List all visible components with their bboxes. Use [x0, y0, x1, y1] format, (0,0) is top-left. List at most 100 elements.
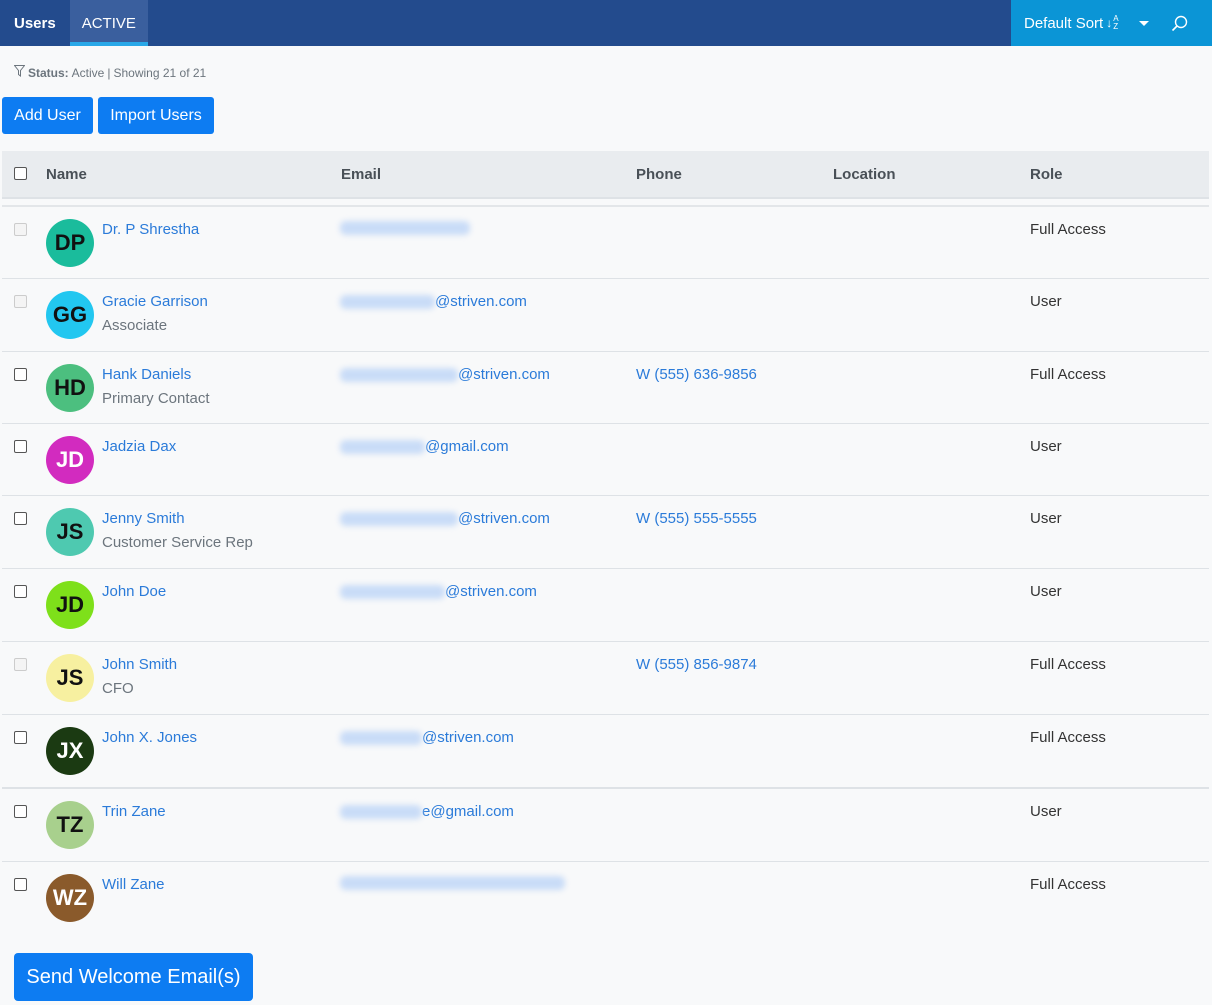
redacted-email-part [340, 367, 458, 382]
user-phone-link[interactable]: W (555) 555-5555 [636, 510, 757, 527]
user-role: User [1030, 510, 1062, 527]
user-email-link[interactable]: @striven.com [340, 729, 514, 746]
table-row: DP Dr. P Shrestha Full Access [2, 207, 1209, 279]
table-row: HD Hank Daniels Primary Contact @striven.co… [2, 352, 1209, 424]
sort-controls: Default Sort ↓ A Z [1011, 0, 1212, 46]
user-email-link[interactable]: e@gmail.com [340, 803, 514, 820]
avatar-initials: HD [54, 375, 86, 400]
avatar: GG [46, 291, 94, 339]
redacted-email-part [340, 804, 422, 819]
user-email-link[interactable]: @striven.com [340, 583, 537, 600]
table-row: GG Gracie Garrison Associate @striven.com Us… [2, 279, 1209, 352]
row-checkbox[interactable] [14, 295, 27, 308]
table-row: JS Jenny Smith Customer Service Rep @strive… [2, 496, 1209, 569]
avatar: JD [46, 436, 94, 484]
row-checkbox[interactable] [14, 368, 27, 381]
user-email-link[interactable] [340, 221, 470, 235]
filter-value: Active [71, 65, 105, 80]
column-header-phone[interactable]: Phone [636, 166, 682, 183]
row-checkbox[interactable] [14, 585, 27, 598]
column-header-name[interactable]: Name [46, 166, 87, 183]
user-email-link[interactable]: @striven.com [340, 366, 550, 383]
avatar-initials: WZ [52, 885, 88, 910]
column-header-email[interactable]: Email [341, 166, 381, 183]
email-domain: @striven.com [458, 366, 550, 383]
user-name-link[interactable]: Will Zane [102, 876, 165, 893]
user-name-link[interactable]: John X. Jones [102, 729, 197, 746]
row-checkbox[interactable] [14, 731, 27, 744]
user-name-link[interactable]: John Doe [102, 583, 166, 600]
email-domain: @striven.com [458, 510, 550, 527]
showing-count: Showing 21 of 21 [113, 65, 207, 80]
user-name-link[interactable]: Jenny Smith [102, 510, 185, 527]
table-row: JS John Smith CFO W (555) 856-9874 Full Acce… [2, 642, 1209, 715]
avatar: HD [46, 364, 94, 412]
avatar-initials: JS [56, 665, 84, 690]
avatar-initials: GG [52, 302, 88, 327]
column-header-role[interactable]: Role [1030, 166, 1063, 183]
email-domain: e@gmail.com [422, 803, 514, 820]
user-title: CFO [102, 680, 134, 697]
sort-label: Default Sort [1024, 14, 1104, 32]
avatar: WZ [46, 874, 94, 922]
avatar-initials: JS [56, 519, 84, 544]
table-row: JD Jadzia Dax @gmail.com User [2, 424, 1209, 496]
user-email-link[interactable]: @striven.com [340, 293, 527, 310]
add-user-button[interactable]: Add User [2, 97, 93, 134]
user-email-link[interactable]: @gmail.com [340, 438, 509, 455]
row-checkbox[interactable] [14, 440, 27, 453]
filter-summary: Status: Active | Showing 21 of 21 [13, 65, 207, 80]
user-name-link[interactable]: Trin Zane [102, 803, 166, 820]
top-bar: Users ACTIVE Default Sort ↓ A Z [0, 0, 1212, 46]
sort-dropdown[interactable]: Default Sort ↓ A Z [1024, 15, 1119, 32]
page-title: Users [14, 14, 56, 32]
send-welcome-email-button[interactable]: Send Welcome Email(s) [14, 953, 253, 1001]
row-checkbox[interactable] [14, 658, 27, 671]
filter-label: Status: [28, 65, 69, 80]
email-domain: @striven.com [435, 293, 527, 310]
email-domain: @striven.com [422, 729, 514, 746]
import-users-button[interactable]: Import Users [98, 97, 214, 134]
avatar-initials: DP [54, 230, 86, 255]
avatar: JS [46, 508, 94, 556]
row-checkbox[interactable] [14, 878, 27, 891]
redacted-email-part [340, 294, 435, 309]
user-role: User [1030, 293, 1062, 310]
user-phone-link[interactable]: W (555) 636-9856 [636, 366, 757, 383]
avatar: TZ [46, 801, 94, 849]
tab-active[interactable]: ACTIVE [69, 0, 149, 46]
user-name-link[interactable]: Dr. P Shrestha [102, 221, 199, 238]
search-icon[interactable] [1171, 15, 1188, 32]
redacted-email-part [340, 584, 445, 599]
user-name-link[interactable]: John Smith [102, 656, 177, 673]
user-email-link[interactable]: @striven.com [340, 510, 550, 527]
select-all-checkbox[interactable] [14, 167, 27, 180]
user-role: Full Access [1030, 366, 1106, 383]
row-checkbox[interactable] [14, 223, 27, 236]
avatar: DP [46, 219, 94, 267]
table-row: TZ Trin Zane e@gmail.com User [2, 789, 1209, 862]
user-title: Customer Service Rep [102, 534, 253, 551]
caret-down-icon[interactable] [1138, 20, 1149, 26]
user-name-link[interactable]: Jadzia Dax [102, 438, 176, 455]
user-name-link[interactable]: Gracie Garrison [102, 293, 208, 310]
filter-separator: | [107, 65, 111, 80]
redacted-email-part [340, 730, 422, 745]
table-row: JD John Doe @striven.com User [2, 569, 1209, 642]
user-phone-link[interactable]: W (555) 856-9874 [636, 656, 757, 673]
column-header-location[interactable]: Location [833, 166, 896, 183]
user-role: Full Access [1030, 221, 1106, 238]
user-role: Full Access [1030, 876, 1106, 893]
user-title: Associate [102, 317, 168, 334]
sort-alpha-down-icon: ↓ A Z [1106, 14, 1119, 31]
avatar-initials: JD [55, 592, 85, 617]
row-checkbox[interactable] [14, 805, 27, 818]
row-checkbox[interactable] [14, 512, 27, 525]
user-title: Primary Contact [102, 390, 210, 407]
user-role: Full Access [1030, 729, 1106, 746]
user-name-link[interactable]: Hank Daniels [102, 366, 191, 383]
user-email-link[interactable] [340, 876, 565, 890]
avatar: JD [46, 581, 94, 629]
avatar-initials: JD [55, 447, 85, 472]
redacted-email-part [340, 876, 565, 890]
